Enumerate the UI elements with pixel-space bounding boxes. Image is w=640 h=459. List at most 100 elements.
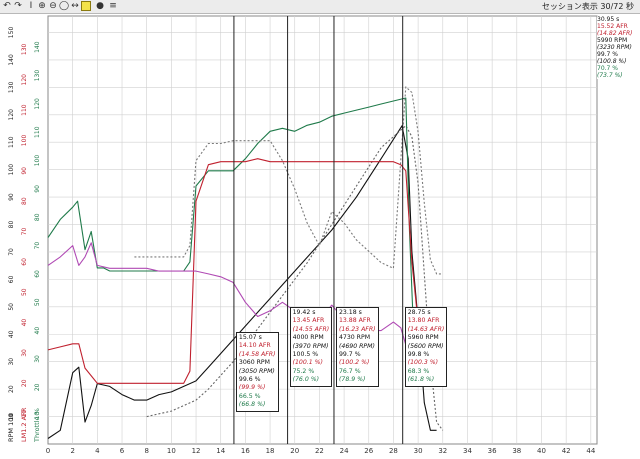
zoom-in-icon[interactable]: ⊕ bbox=[37, 1, 47, 11]
throttle-tick-label: 120 bbox=[34, 98, 41, 110]
x-tick-label: 20 bbox=[290, 447, 299, 455]
info-rpm: 5990 RPM bbox=[597, 37, 628, 44]
toolbar: ↶ ↷ I ⊕ ⊖ ◯ ↔ ● ≡ セッション表示 30/72 秒 bbox=[0, 0, 640, 14]
x-tick-label: 32 bbox=[438, 447, 447, 455]
zoom-out-icon[interactable]: ⊖ bbox=[48, 1, 58, 11]
cursor-afr_avg: (14.58 AFR) bbox=[238, 350, 276, 358]
redo-icon[interactable]: ↷ bbox=[13, 1, 23, 11]
info-afr: 15.52 AFR bbox=[597, 23, 628, 30]
rpm-tick-label: 130 bbox=[8, 81, 15, 93]
x-tick-label: 30 bbox=[414, 447, 423, 455]
info-throttle-avg: (100.8 %) bbox=[597, 58, 627, 65]
rpm-tick-label: 30 bbox=[8, 358, 15, 366]
cursor-afr_avg: (14.63 AFR) bbox=[407, 325, 445, 333]
cursor-rpm: 4000 RPM bbox=[292, 334, 324, 342]
x-tick-label: 42 bbox=[562, 447, 571, 455]
highlight-icon[interactable] bbox=[81, 1, 91, 11]
cursor-readout-2: 19.42 s 13.45 AFR (14.55 AFR) 4000 RPM (3970… bbox=[289, 307, 333, 387]
log-chart[interactable]: 0 2 4 6 8 10 12 14 16 18 20 22 24 26 28 30 32 34 36 38 40 42 4… bbox=[0, 14, 640, 459]
cursor-icon[interactable]: I bbox=[26, 1, 36, 11]
cursor-thr_avg: (100.1 %) bbox=[292, 359, 323, 367]
info-throttle: 99.7 % bbox=[597, 51, 618, 58]
cursor-thr2_avg: (61.8 %) bbox=[407, 376, 435, 384]
rpm-tick-label: 90 bbox=[8, 193, 15, 201]
cursor-thr2: 76.7 % bbox=[338, 367, 361, 375]
afr-tick-label: 90 bbox=[21, 167, 28, 175]
rpm-tick-label: 100 bbox=[8, 164, 15, 176]
x-tick-label: 14 bbox=[216, 447, 225, 455]
zoom-fit-icon[interactable]: ◯ bbox=[59, 1, 69, 11]
cursor-rpm_avg: (3050 RPM) bbox=[238, 367, 275, 375]
cursor-readout-1: 15.07 s 14.10 AFR (14.58 AFR) 3060 RPM (3050… bbox=[235, 332, 279, 412]
rpm-tick-label: 70 bbox=[8, 248, 15, 256]
x-tick-label: 18 bbox=[266, 447, 275, 455]
cursor-afr: 14.10 AFR bbox=[238, 342, 271, 350]
rpm-tick-label: 80 bbox=[8, 221, 15, 229]
cursor-thr2_avg: (78.9 %) bbox=[338, 376, 366, 384]
info-panel: 30.95 s 15.52 AFR (14.82 AFR) 5990 RPM (… bbox=[597, 16, 639, 79]
afr-tick-label: 80 bbox=[21, 197, 28, 205]
undo-icon[interactable]: ↶ bbox=[2, 1, 12, 11]
rpm-tick-label: 50 bbox=[8, 303, 15, 311]
cursor-afr: 13.45 AFR bbox=[292, 317, 325, 325]
throttle-axis-title: Throttle % bbox=[33, 408, 41, 443]
info-throttle2: 70.7 % bbox=[597, 65, 618, 72]
x-tick-label: 2 bbox=[70, 447, 74, 455]
throttle-tick-label: 80 bbox=[34, 213, 41, 221]
rpm-tick-label: 110 bbox=[8, 136, 15, 148]
info-rpm-avg: (3230 RPM) bbox=[597, 44, 632, 51]
cursor-rpm: 4730 RPM bbox=[338, 334, 371, 342]
afr-tick-label: 50 bbox=[21, 288, 28, 296]
cursor-thr_avg: (99.9 %) bbox=[238, 384, 266, 392]
afr-tick-label: 120 bbox=[21, 74, 28, 86]
cursor-afr: 13.88 AFR bbox=[338, 317, 371, 325]
afr-tick-label: 70 bbox=[21, 228, 28, 236]
afr-tick-label: 60 bbox=[21, 258, 28, 266]
pan-icon[interactable]: ↔ bbox=[70, 1, 80, 11]
x-tick-label: 22 bbox=[315, 447, 324, 455]
info-time: 30.95 s bbox=[597, 16, 620, 23]
throttle-tick-label: 50 bbox=[34, 298, 41, 306]
cursor-thr: 99.7 % bbox=[338, 351, 361, 359]
throttle-tick-label: 90 bbox=[34, 185, 41, 193]
afr-tick-label: 30 bbox=[21, 349, 28, 357]
throttle-tick-label: 110 bbox=[34, 126, 41, 138]
cursor-rpm: 5960 RPM bbox=[407, 334, 439, 342]
rpm-tick-label: 120 bbox=[8, 109, 15, 121]
cursor-time: 15.07 s bbox=[238, 334, 262, 341]
info-throttle2-avg: (73.7 %) bbox=[597, 72, 623, 79]
throttle-tick-label: 40 bbox=[34, 327, 41, 335]
cursor-time: 28.75 s bbox=[407, 309, 431, 316]
cursor-thr2_avg: (76.0 %) bbox=[292, 376, 320, 384]
x-tick-label: 8 bbox=[144, 447, 148, 455]
cursor-afr: 13.80 AFR bbox=[407, 317, 440, 325]
x-tick-label: 40 bbox=[537, 447, 546, 455]
throttle-tick-label: 60 bbox=[34, 270, 41, 278]
afr-tick-label: 130 bbox=[21, 43, 28, 55]
rpm-tick-label: 140 bbox=[8, 54, 15, 66]
cursor-afr_avg: (16.23 AFR) bbox=[338, 325, 376, 333]
x-tick-label: 24 bbox=[340, 447, 349, 455]
cursor-thr: 99.6 % bbox=[238, 376, 261, 384]
x-tick-label: 36 bbox=[488, 447, 497, 455]
cursor-thr2: 68.3 % bbox=[407, 367, 430, 375]
record-icon[interactable]: ● bbox=[95, 1, 105, 11]
throttle-tick-label: 140 bbox=[34, 41, 41, 53]
cursor-afr_avg: (14.55 AFR) bbox=[292, 325, 330, 333]
x-tick-label: 6 bbox=[120, 447, 125, 455]
rpm-tick-label: 20 bbox=[8, 385, 15, 393]
cursor-readout-4: 28.75 s 13.80 AFR (14.63 AFR) 5960 RPM (5600… bbox=[404, 307, 448, 387]
cursor-thr2: 66.5 % bbox=[238, 392, 261, 400]
x-tick-label: 44 bbox=[586, 447, 595, 455]
cursor-rpm_avg: (3970 RPM) bbox=[292, 342, 329, 350]
x-tick-label: 26 bbox=[364, 447, 373, 455]
cursor-rpm_avg: (4690 RPM) bbox=[338, 342, 375, 350]
cursor-rpm_avg: (5600 RPM) bbox=[407, 342, 444, 350]
menu-icon[interactable]: ≡ bbox=[108, 1, 118, 11]
cursor-thr_avg: (100.2 %) bbox=[338, 359, 370, 367]
throttle-tick-label: 70 bbox=[34, 242, 41, 250]
throttle-tick-label: 20 bbox=[34, 383, 41, 391]
cursor-rpm: 3060 RPM bbox=[238, 359, 270, 367]
afr-tick-label: 110 bbox=[21, 104, 28, 116]
x-tick-label: 4 bbox=[95, 447, 100, 455]
